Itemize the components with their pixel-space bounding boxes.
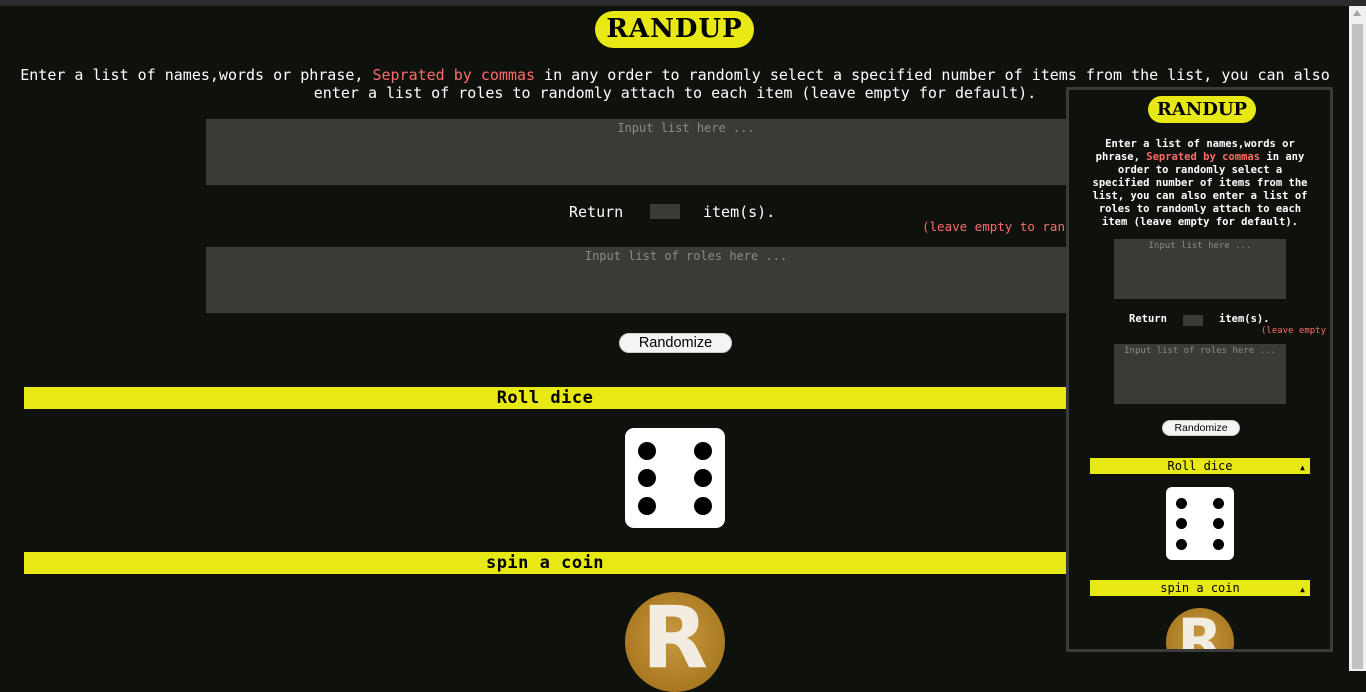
spin-coin-header[interactable]: spin a coin <box>24 552 1066 574</box>
dice-pip <box>1213 498 1224 509</box>
mobile-preview-panel: RANDUP Enter a list of names,words or ph… <box>1066 87 1333 652</box>
preview-item-count-input[interactable] <box>1183 315 1203 326</box>
collapse-icon[interactable]: ▲ <box>1300 582 1305 598</box>
dice-pip <box>638 442 656 460</box>
intro-highlight: Seprated by commas <box>372 66 536 84</box>
preview-list-placeholder: Input list here ... <box>1148 241 1252 251</box>
preview-spin-coin-header[interactable]: spin a coin ▲ <box>1090 580 1310 596</box>
preview-spin-coin-title: spin a coin <box>1160 581 1240 595</box>
coin-icon[interactable]: R <box>625 592 725 692</box>
dice-pip <box>1213 518 1224 529</box>
preview-list-input[interactable]: Input list here ... <box>1114 239 1286 299</box>
preview-intro-highlight: Seprated by commas <box>1146 151 1261 163</box>
dice-pip <box>638 469 656 487</box>
preview-title: RANDUP <box>1148 96 1256 123</box>
dice-pip <box>694 497 712 515</box>
preview-roll-dice-header[interactable]: Roll dice ▲ <box>1090 458 1310 474</box>
return-label: Return <box>569 203 624 221</box>
preview-leave-empty-note: (leave empty <box>1261 326 1327 336</box>
dice-pip <box>1176 539 1187 550</box>
preview-roll-dice-title: Roll dice <box>1167 459 1233 473</box>
preview-intro: Enter a list of names,words or phrase, S… <box>1087 138 1313 229</box>
preview-coin-icon[interactable]: R <box>1166 608 1234 652</box>
page-title: RANDUP <box>595 11 754 48</box>
dice-pip <box>638 497 656 515</box>
items-label: item(s). <box>703 203 776 221</box>
preview-randomize-button[interactable]: Randomize <box>1162 420 1240 436</box>
roles-input-placeholder: Input list of roles here ... <box>584 249 788 263</box>
list-input-placeholder: Input list here ... <box>617 121 755 135</box>
preview-dice-six-icon[interactable] <box>1166 487 1234 560</box>
scrollbar-thumb[interactable] <box>1352 24 1363 669</box>
preview-roles-input[interactable]: Input list of roles here ... <box>1114 344 1286 404</box>
coin-letter: R <box>641 592 709 688</box>
scroll-up-arrow-icon[interactable] <box>1353 10 1361 16</box>
dice-six-icon[interactable] <box>625 428 725 528</box>
collapse-icon[interactable]: ▲ <box>1300 460 1305 476</box>
leave-empty-note: (leave empty to ran <box>922 219 1065 234</box>
list-input[interactable]: Input list here ... <box>206 119 1166 185</box>
preview-return-label: Return <box>1129 313 1167 325</box>
dice-pip <box>694 469 712 487</box>
dice-pip <box>1176 498 1187 509</box>
preview-roles-placeholder: Input list of roles here ... <box>1124 346 1276 356</box>
intro-part1: Enter a list of names,words or phrase, <box>20 66 373 84</box>
roles-input[interactable]: Input list of roles here ... <box>206 247 1166 313</box>
browser-top-strip <box>0 0 1366 6</box>
roll-dice-header[interactable]: Roll dice <box>24 387 1066 409</box>
preview-coin-letter: R <box>1177 608 1223 652</box>
page-scrollbar[interactable] <box>1349 6 1366 671</box>
randomize-button[interactable]: Randomize <box>619 333 732 353</box>
dice-pip <box>694 442 712 460</box>
item-count-input[interactable] <box>650 204 680 219</box>
preview-items-label: item(s). <box>1219 313 1270 325</box>
dice-pip <box>1213 539 1224 550</box>
dice-pip <box>1176 518 1187 529</box>
